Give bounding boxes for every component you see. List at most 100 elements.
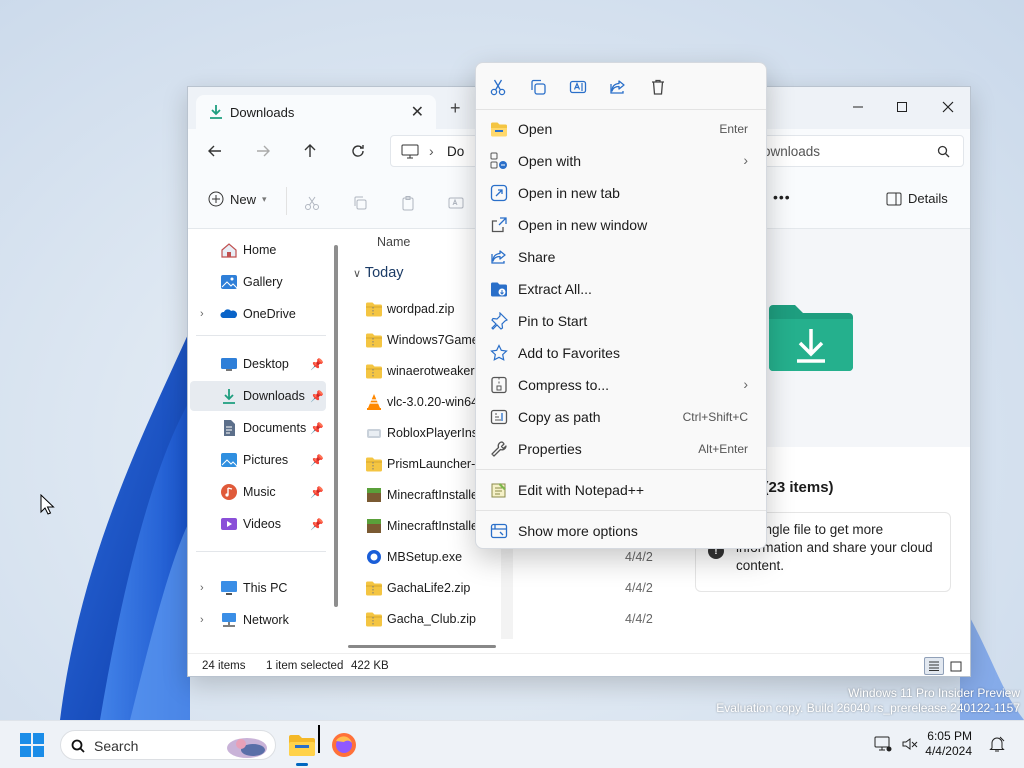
menu-item-share[interactable]: Share [482,241,760,273]
file-row[interactable]: Gacha_Club.zip 4/4/2 [365,603,665,634]
menu-item-add-to-favorites[interactable]: Add to Favorites [482,337,760,369]
network-tray-button[interactable] [874,735,892,753]
back-button[interactable] [200,138,230,164]
up-arrow-icon [304,144,316,157]
chevron-down-icon: ∨ [353,268,362,280]
file-name: wordpad.zip [387,301,455,316]
minecraft-icon [367,518,381,533]
compress-icon [491,376,507,394]
horizontal-scrollbar[interactable] [348,645,496,648]
sidebar-scrollbar[interactable] [334,245,338,607]
sidebar-item-documents[interactable]: Documents 📌 [190,413,326,443]
volume-tray-button[interactable] [901,735,919,753]
tab-downloads[interactable]: Downloads ✕ [196,95,436,129]
close-icon [942,101,954,113]
menu-item-label: Open in new tab [518,185,620,201]
start-button[interactable] [20,733,44,757]
group-header-today[interactable]: ∨ Today [353,265,404,281]
sidebar-item-pictures[interactable]: Pictures 📌 [190,445,326,475]
extract-icon [491,282,507,297]
forward-button[interactable] [248,138,278,164]
minimize-icon [853,106,863,108]
videos-icon [221,518,237,530]
sidebar-item-videos[interactable]: Videos 📌 [190,509,326,539]
rename-button[interactable] [566,75,590,99]
minimize-button[interactable] [836,93,880,121]
sidebar-item-onedrive[interactable]: › OneDrive [190,299,326,329]
sidebar-item-this-pc[interactable]: › This PC [190,573,326,603]
zip-folder-icon [366,581,382,595]
sidebar-item-label: Pictures [243,453,289,467]
menu-item-properties[interactable]: Properties Alt+Enter [482,433,760,465]
expand-chevron-icon[interactable]: › [200,614,204,626]
file-explorer-icon [289,735,315,756]
taskbar-file-explorer[interactable] [286,729,318,766]
close-button[interactable] [926,93,970,121]
pin-icon: 📌 [310,454,324,467]
more-options-button[interactable]: ••• [773,189,791,205]
menu-item-open-in-new-window[interactable]: Open in new window [482,209,760,241]
expand-chevron-icon[interactable]: › [200,308,204,320]
search-highlight-icon [227,738,267,758]
tab-title: Downloads [230,105,295,120]
sidebar-item-network[interactable]: › Network [190,605,326,635]
search-box[interactable]: ownloads [754,135,964,167]
menu-item-copy-as-path[interactable]: Copy as path Ctrl+Shift+C [482,401,760,433]
tiles-view-button[interactable] [946,657,966,675]
new-button[interactable]: New ▾ [208,191,267,207]
refresh-button[interactable] [343,138,373,164]
menu-item-label: Open [518,121,553,137]
sidebar-item-home[interactable]: Home [190,235,326,265]
taskbar-search[interactable]: Search [60,730,276,760]
column-header-name[interactable]: Name [377,235,410,249]
sidebar-item-music[interactable]: Music 📌 [190,477,326,507]
up-button[interactable] [295,138,325,164]
cut-button[interactable] [300,191,324,215]
breadcrumb[interactable]: Do [447,144,464,159]
rename-button[interactable] [444,191,468,215]
sidebar-item-desktop[interactable]: Desktop 📌 [190,349,326,379]
menu-item-edit-with-notepadpp[interactable]: Edit with Notepad++ [482,474,760,506]
cut-button[interactable] [486,75,510,99]
search-label: Search [94,738,139,754]
search-icon [937,145,950,158]
menu-item-shortcut: Enter [719,122,748,136]
paste-button[interactable] [396,191,420,215]
taskbar-firefox[interactable] [330,731,358,759]
menu-item-label: Edit with Notepad++ [518,482,645,498]
details-button[interactable]: Details [886,191,948,206]
sidebar-item-label: Documents [243,421,307,435]
sidebar-item-gallery[interactable]: Gallery [190,267,326,297]
menu-item-pin-to-start[interactable]: Pin to Start [482,305,760,337]
menu-item-label: Open in new window [518,217,648,233]
delete-button[interactable] [646,75,670,99]
menu-item-open[interactable]: Open Enter [482,113,760,145]
clock[interactable]: 6:05 PM 4/4/2024 [925,729,972,759]
details-view-button[interactable] [924,657,944,675]
watermark-line-2: Evaluation copy. Build 26040.rs_prerelea… [716,701,1020,715]
new-tab-button[interactable]: + [450,98,461,119]
share-button[interactable] [606,75,630,99]
notifications-button[interactable] [988,735,1006,753]
menu-item-shortcut: Ctrl+Shift+C [682,410,748,424]
tab-close-icon[interactable]: ✕ [411,102,424,122]
refresh-icon [352,145,364,157]
menu-item-extract-all[interactable]: Extract All... [482,273,760,305]
sidebar-item-downloads[interactable]: Downloads 📌 [190,381,326,411]
expand-chevron-icon[interactable]: › [200,582,204,594]
menu-item-open-in-new-tab[interactable]: Open in new tab [482,177,760,209]
file-name: RobloxPlayerInsta [387,425,489,440]
copy-button[interactable] [348,191,372,215]
copy-path-icon [490,409,508,425]
menu-item-compress-to[interactable]: Compress to... › [482,369,760,401]
file-name: Windows7Games [387,332,485,347]
copy-button[interactable] [526,75,550,99]
zip-folder-icon [366,457,382,471]
file-row[interactable]: GachaLife2.zip 4/4/2 [365,572,665,603]
paste-icon [402,196,414,211]
menu-item-open-with[interactable]: Open with › [482,145,760,177]
onedrive-icon [220,309,238,318]
text-caret [318,725,320,753]
menu-item-show-more-options[interactable]: Show more options [482,515,760,547]
maximize-button[interactable] [880,93,924,121]
